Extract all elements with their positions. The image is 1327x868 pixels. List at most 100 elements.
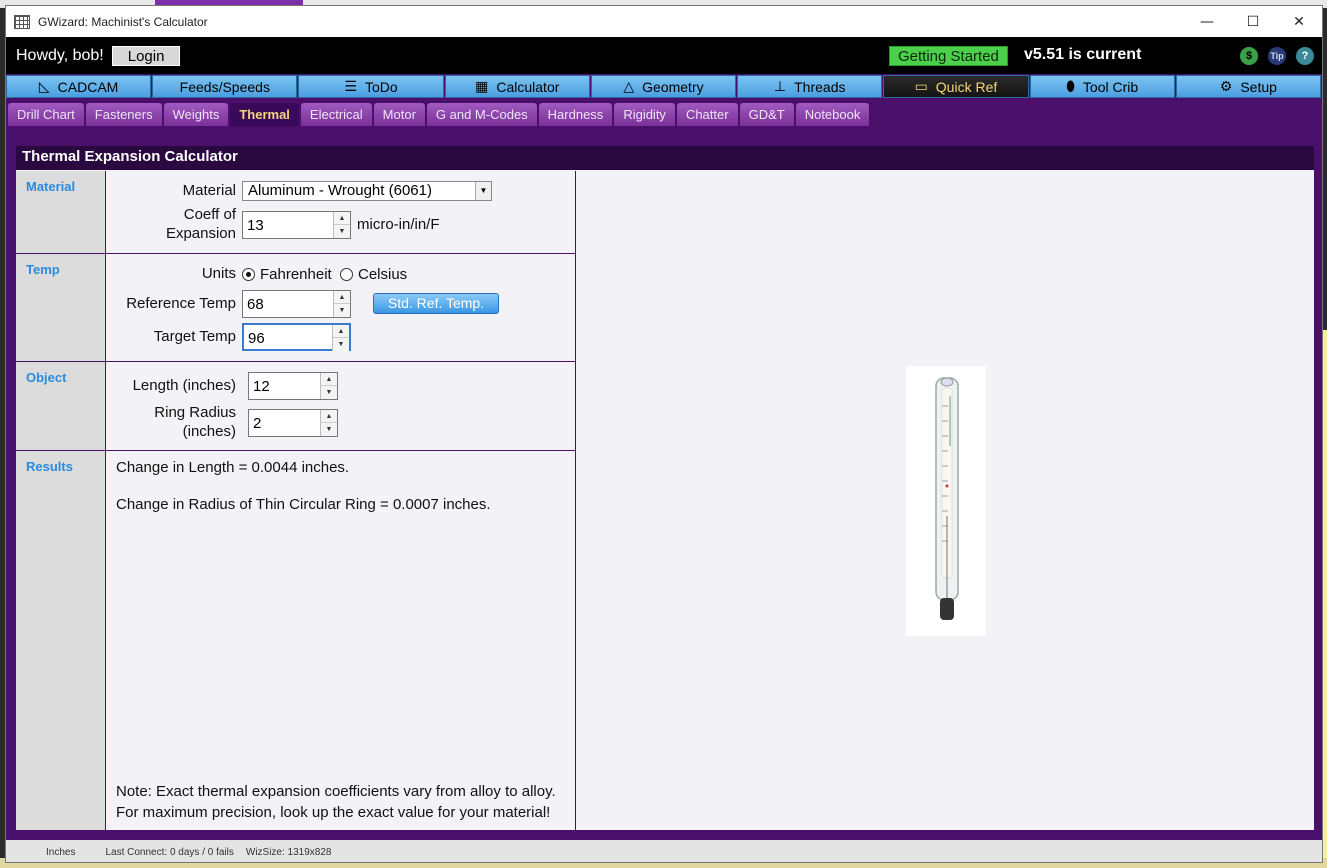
minimize-button[interactable]: — (1184, 6, 1230, 37)
greeting: Howdy, bob! (16, 46, 104, 64)
subtab-thermal[interactable]: Thermal (230, 103, 299, 126)
reference-temp-label: Reference Temp (126, 295, 236, 312)
geometry-icon: △ (623, 78, 635, 95)
spin-down-icon[interactable]: ▼ (321, 423, 337, 436)
section-label: Material (16, 171, 106, 253)
window-title: GWizard: Machinist's Calculator (38, 14, 208, 29)
thermal-panel: Thermal Expansion Calculator Material Ma… (16, 146, 1314, 830)
celsius-radio[interactable] (340, 268, 353, 281)
maximize-button[interactable]: ☐ (1230, 6, 1276, 37)
target-temp-input[interactable]: 96 ▲ ▼ (242, 323, 351, 351)
subtab-fasteners[interactable]: Fasteners (85, 103, 162, 126)
tool-icon: ⬮ (1066, 78, 1075, 95)
gear-icon: ⚙ (1219, 78, 1233, 95)
coeff-input[interactable]: 13 ▲ ▼ (242, 211, 351, 239)
spin-up-icon[interactable]: ▲ (334, 291, 350, 304)
tab-label: ToDo (364, 78, 398, 95)
target-temp-value: 96 (248, 330, 265, 347)
tab-setup[interactable]: ⚙ Setup (1175, 75, 1321, 98)
main-tabs: ◺ CADCAM Feeds/Speeds ☰ ToDo ▦ Calculator △… (6, 74, 1322, 99)
login-button[interactable]: Login (111, 45, 181, 66)
tab-label: Setup (1240, 78, 1277, 95)
tab-feeds-speeds[interactable]: Feeds/Speeds (152, 75, 298, 98)
tab-todo[interactable]: ☰ ToDo (298, 75, 444, 98)
tab-calculator[interactable]: ▦ Calculator (444, 75, 590, 98)
tab-label: Feeds/Speeds (179, 78, 270, 95)
target-temp-label: Target Temp (153, 328, 236, 345)
spin-up-icon[interactable]: ▲ (321, 373, 337, 386)
app-header: Howdy, bob! Login Getting Started v5.51 … (6, 37, 1322, 74)
subtab-rigidity[interactable]: Rigidity (614, 103, 675, 126)
reference-temp-input[interactable]: 68 ▲ ▼ (242, 290, 351, 318)
tab-label: Threads (794, 78, 846, 95)
coeff-unit: micro-in/in/F (357, 216, 440, 233)
radius-label: Ring Radius (154, 404, 236, 421)
length-label: Length (inches) (132, 377, 236, 394)
version-status: v5.51 is current (1024, 46, 1142, 63)
app-icon (14, 14, 30, 29)
getting-started-button[interactable]: Getting Started (889, 46, 1008, 66)
length-result: Change in Length = 0.0044 inches. (116, 459, 350, 476)
spin-down-icon[interactable]: ▼ (334, 225, 350, 238)
celsius-label: Celsius (358, 266, 408, 283)
spin-up-icon[interactable]: ▲ (333, 325, 349, 338)
illustration-area (577, 171, 1314, 830)
section-label: Object (16, 362, 106, 450)
help-icon[interactable]: ? (1296, 47, 1314, 65)
tab-label: Geometry (642, 78, 704, 95)
section-label: Results (16, 451, 106, 830)
material-select[interactable]: Aluminum - Wrought (6061) ▼ (242, 181, 492, 201)
material-label: Material (182, 182, 236, 199)
reference-temp-value: 68 (247, 296, 264, 313)
tab-threads[interactable]: ⊥ Threads (737, 75, 883, 98)
tab-label: Quick Ref (935, 78, 998, 95)
spin-up-icon[interactable]: ▲ (321, 410, 337, 423)
tab-geometry[interactable]: △ Geometry (590, 75, 737, 98)
material-section: Material Material Aluminum - Wrought (60… (16, 171, 576, 254)
tab-cadcam[interactable]: ◺ CADCAM (6, 75, 152, 98)
radius-input[interactable]: 2 ▲ ▼ (248, 409, 338, 437)
subtab-chatter[interactable]: Chatter (676, 103, 738, 126)
std-ref-temp-button[interactable]: Std. Ref. Temp. (373, 293, 499, 314)
length-input[interactable]: 12 ▲ ▼ (248, 372, 338, 400)
coeff-label: Coeff of (183, 206, 236, 223)
temp-section: Temp Units Fahrenheit Celsius Reference … (16, 254, 576, 362)
screw-icon: ⊥ (773, 78, 787, 95)
spin-up-icon[interactable]: ▲ (334, 212, 350, 225)
calculator-icon: ▦ (475, 78, 489, 95)
subtab-drill-chart[interactable]: Drill Chart (8, 103, 84, 126)
close-button[interactable]: ✕ (1276, 6, 1322, 37)
tab-tool-crib[interactable]: ⬮ Tool Crib (1029, 75, 1175, 98)
sub-tabs: Drill Chart Fasteners Weights Thermal El… (6, 99, 1322, 128)
subtab-motor[interactable]: Motor (373, 103, 425, 126)
note-text: For maximum precision, look up the exact… (116, 804, 551, 821)
book-icon: ▭ (914, 78, 928, 95)
thermometer-image (906, 366, 986, 636)
todo-icon: ☰ (344, 78, 357, 95)
spin-down-icon[interactable]: ▼ (334, 304, 350, 317)
fahrenheit-radio[interactable] (242, 268, 255, 281)
results-section: Results Change in Length = 0.0044 inches… (16, 451, 576, 830)
spin-down-icon[interactable]: ▼ (333, 338, 349, 351)
title-bar: GWizard: Machinist's Calculator — ☐ ✕ (6, 6, 1322, 37)
thermometer-icon (935, 377, 959, 620)
header-icons: $ Tip ? (1240, 47, 1314, 65)
tip-icon[interactable]: Tip (1268, 47, 1286, 65)
subtab-g-m-codes[interactable]: G and M-Codes (426, 103, 537, 126)
subtab-notebook[interactable]: Notebook (795, 103, 870, 126)
radius-label: (inches) (182, 423, 236, 440)
radius-result: Change in Radius of Thin Circular Ring =… (116, 496, 491, 513)
material-value: Aluminum - Wrought (6061) (248, 182, 432, 199)
subtab-hardness[interactable]: Hardness (538, 103, 613, 126)
subtab-gdt[interactable]: GD&T (739, 103, 794, 126)
section-label: Temp (16, 254, 106, 361)
subtab-weights[interactable]: Weights (163, 103, 229, 126)
tab-label: Calculator (496, 78, 560, 95)
cart-icon[interactable]: $ (1240, 47, 1258, 65)
window-controls: — ☐ ✕ (1184, 6, 1322, 37)
subtab-electrical[interactable]: Electrical (300, 103, 372, 126)
chevron-down-icon[interactable]: ▼ (475, 182, 491, 200)
tab-quick-ref[interactable]: ▭ Quick Ref (883, 75, 1029, 98)
spin-down-icon[interactable]: ▼ (321, 386, 337, 399)
units-status: Inches (46, 846, 76, 858)
